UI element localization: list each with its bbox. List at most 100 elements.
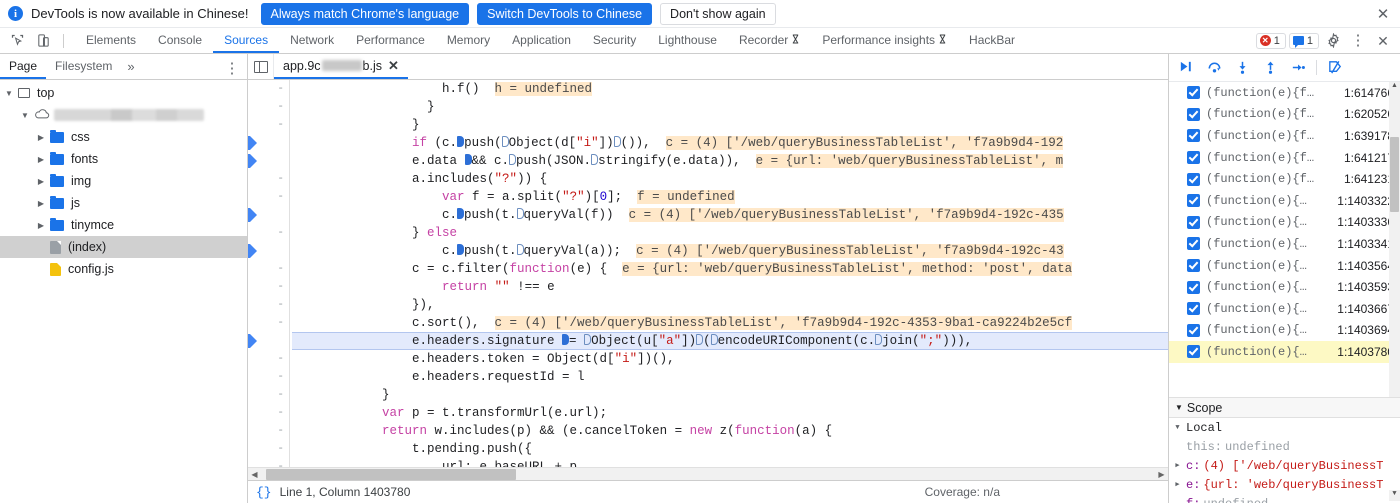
code-line[interactable]: } bbox=[292, 98, 1168, 116]
message-count-badge[interactable]: 1 bbox=[1288, 32, 1319, 49]
hscroll-thumb[interactable] bbox=[266, 468, 516, 480]
line-number[interactable]: - bbox=[248, 260, 289, 278]
editor-horizontal-scrollbar[interactable]: ◀ ▶ bbox=[248, 467, 1168, 480]
tree-item-config.js[interactable]: ▶config.js bbox=[0, 258, 247, 280]
tree-item-css[interactable]: ▶ css bbox=[0, 126, 247, 148]
device-toolbar-icon[interactable] bbox=[32, 31, 54, 51]
tree-item-(index)[interactable]: ▶(index) bbox=[0, 236, 247, 258]
code-line[interactable]: h.f() h = undefined bbox=[292, 80, 1168, 98]
scope-section-header[interactable]: ▼ Scope bbox=[1169, 397, 1400, 418]
breakpoint-row[interactable]: (function(e){… 1:1403593 bbox=[1169, 276, 1400, 298]
line-number[interactable]: - bbox=[248, 314, 289, 332]
breakpoint-marker[interactable]: - bbox=[248, 332, 289, 350]
code-line[interactable]: if (c. push(Object(d["i"]) ()), c = (4) ['… bbox=[292, 134, 1168, 152]
breakpoint-row[interactable]: (function(e){f… 1:620526 bbox=[1169, 104, 1400, 126]
tab-network[interactable]: Network bbox=[279, 28, 345, 53]
chevron-right-icon[interactable]: ▶ bbox=[36, 133, 46, 142]
editor-file-tab[interactable]: app.9c b.js ✕ bbox=[274, 54, 408, 79]
breakpoints-scrollbar[interactable]: ▲ bbox=[1389, 82, 1400, 397]
scope-scroll-down-icon[interactable]: ▼ bbox=[1389, 490, 1400, 501]
dont-show-again-button[interactable]: Don't show again bbox=[660, 2, 776, 25]
breakpoint-flag-icon[interactable] bbox=[248, 154, 257, 168]
tree-item-domain[interactable]: ▼ bbox=[0, 104, 247, 126]
breakpoint-checkbox[interactable] bbox=[1187, 151, 1200, 165]
scroll-right-icon[interactable]: ▶ bbox=[1155, 470, 1168, 479]
tab-sources[interactable]: Sources bbox=[213, 28, 280, 53]
breakpoint-row[interactable]: (function(e){… 1:1403341 bbox=[1169, 233, 1400, 255]
line-number[interactable]: - bbox=[248, 458, 289, 467]
code-content[interactable]: h.f() h = undefined } } if (c. push(Objec… bbox=[290, 80, 1168, 467]
breakpoint-row[interactable]: (function(e){f… 1:614766 bbox=[1169, 82, 1400, 104]
chevron-right-icon[interactable]: ▶ bbox=[36, 199, 46, 208]
scope-variable[interactable]: ▶f: undefined bbox=[1169, 494, 1400, 503]
chevron-right-icon[interactable]: ▶ bbox=[1172, 461, 1183, 470]
line-number[interactable]: - bbox=[248, 224, 289, 242]
code-line[interactable]: } bbox=[292, 116, 1168, 134]
breakpoint-flag-icon[interactable] bbox=[248, 334, 257, 348]
breakpoint-checkbox[interactable] bbox=[1187, 280, 1200, 294]
hscroll-track[interactable] bbox=[261, 468, 1155, 481]
breakpoint-checkbox[interactable] bbox=[1187, 107, 1200, 121]
code-line[interactable]: url: e.baseURL + p, bbox=[292, 458, 1168, 467]
scope-variable[interactable]: ▶ e: {url: 'web/queryBusinessT bbox=[1169, 475, 1400, 494]
tab-recorder[interactable]: Recorder bbox=[728, 28, 811, 53]
step-into-icon[interactable] bbox=[1229, 56, 1255, 80]
line-number[interactable]: - bbox=[248, 116, 289, 134]
code-line[interactable]: c. push(t. queryVal(f)) c = (4) ['/web/que… bbox=[292, 206, 1168, 224]
close-icon[interactable]: ✕ bbox=[1374, 5, 1392, 23]
code-line[interactable]: } else bbox=[292, 224, 1168, 242]
code-line[interactable]: c. push(t. queryVal(a)); c = (4) ['/web/qu… bbox=[292, 242, 1168, 260]
breakpoint-marker[interactable]: - bbox=[248, 134, 289, 152]
code-line[interactable]: return "" !== e bbox=[292, 278, 1168, 296]
line-number[interactable]: - bbox=[248, 422, 289, 440]
breakpoint-checkbox[interactable] bbox=[1187, 237, 1200, 251]
breakpoint-checkbox[interactable] bbox=[1187, 129, 1200, 143]
tab-console[interactable]: Console bbox=[147, 28, 213, 53]
step-over-icon[interactable] bbox=[1201, 56, 1227, 80]
breakpoint-row[interactable]: (function(e){f… 1:641217 bbox=[1169, 147, 1400, 169]
breakpoint-row[interactable]: (function(e){… 1:1403564 bbox=[1169, 255, 1400, 277]
code-line[interactable]: var f = a.split("?")[0]; f = undefined bbox=[292, 188, 1168, 206]
navigator-more-tabs[interactable]: » bbox=[121, 54, 140, 79]
breakpoint-row[interactable]: (function(e){… 1:1403336 bbox=[1169, 212, 1400, 234]
tab-security[interactable]: Security bbox=[582, 28, 647, 53]
breakpoint-checkbox[interactable] bbox=[1187, 215, 1200, 229]
tab-memory[interactable]: Memory bbox=[436, 28, 501, 53]
tree-item-fonts[interactable]: ▶ fonts bbox=[0, 148, 247, 170]
breakpoint-flag-icon[interactable] bbox=[248, 244, 257, 258]
line-number[interactable]: - bbox=[248, 440, 289, 458]
step-icon[interactable] bbox=[1285, 56, 1311, 80]
chevron-down-icon[interactable]: ▼ bbox=[20, 111, 30, 120]
navigator-tab-filesystem[interactable]: Filesystem bbox=[46, 54, 121, 79]
navigator-tab-page[interactable]: Page bbox=[0, 54, 47, 79]
tab-hackbar[interactable]: HackBar bbox=[958, 28, 1026, 53]
line-number[interactable]: - bbox=[248, 188, 289, 206]
breakpoint-checkbox[interactable] bbox=[1187, 323, 1200, 337]
scroll-left-icon[interactable]: ◀ bbox=[248, 470, 261, 479]
scroll-up-icon[interactable]: ▲ bbox=[1389, 82, 1400, 93]
code-line[interactable]: }), bbox=[292, 296, 1168, 314]
breakpoint-row[interactable]: (function(e){… 1:1403780 bbox=[1169, 341, 1400, 363]
breakpoint-flag-icon[interactable] bbox=[248, 136, 257, 150]
breakpoint-marker[interactable]: - bbox=[248, 242, 289, 260]
tab-lighthouse[interactable]: Lighthouse bbox=[647, 28, 728, 53]
code-line[interactable]: a.includes("?")) { bbox=[292, 170, 1168, 188]
chevron-right-icon[interactable]: ▶ bbox=[36, 155, 46, 164]
breakpoint-marker[interactable]: - bbox=[248, 152, 289, 170]
breakpoint-flag-icon[interactable] bbox=[248, 208, 257, 222]
line-number[interactable]: - bbox=[248, 386, 289, 404]
switch-to-chinese-button[interactable]: Switch DevTools to Chinese bbox=[477, 2, 653, 25]
code-line[interactable]: e.data && c. push(JSON. stringify(e.data))… bbox=[292, 152, 1168, 170]
chevron-right-icon[interactable]: ▶ bbox=[36, 221, 46, 230]
code-line[interactable]: c.sort(), c = (4) ['/web/queryBusinessTa… bbox=[292, 314, 1168, 332]
breakpoints-list[interactable]: (function(e){f… 1:614766 (function(e){f… 1:… bbox=[1169, 82, 1400, 397]
scope-variable[interactable]: ▶ c: (4) ['/web/queryBusinessT bbox=[1169, 456, 1400, 475]
code-line[interactable]: var p = t.transformUrl(e.url); bbox=[292, 404, 1168, 422]
code-line[interactable]: return w.includes(p) && (e.cancelToken =… bbox=[292, 422, 1168, 440]
deactivate-breakpoints-icon[interactable] bbox=[1322, 56, 1348, 80]
breakpoint-checkbox[interactable] bbox=[1187, 302, 1200, 316]
scope-variable[interactable]: ▶this: undefined bbox=[1169, 437, 1400, 456]
line-number[interactable]: - bbox=[248, 350, 289, 368]
line-number-gutter[interactable]: ----------------------- bbox=[248, 80, 290, 467]
code-line[interactable]: e.headers.token = Object(d["i"])(), bbox=[292, 350, 1168, 368]
